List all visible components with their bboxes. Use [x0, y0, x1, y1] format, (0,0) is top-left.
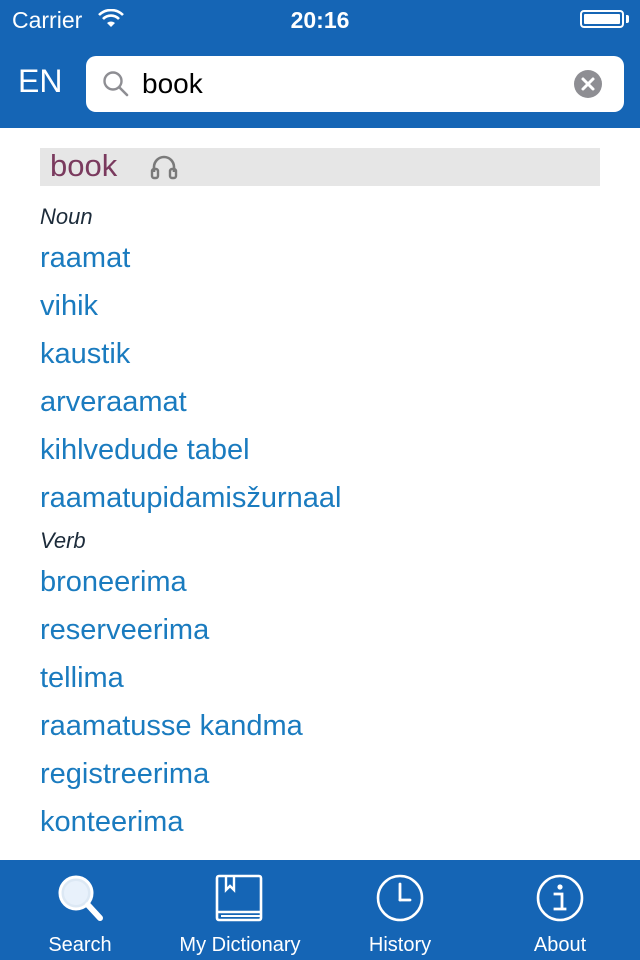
book-icon	[215, 874, 263, 922]
tab-bar: Search My Dictionary History About	[0, 860, 640, 960]
clock-icon	[376, 874, 424, 922]
headphones-icon[interactable]	[150, 154, 178, 180]
search-input[interactable]	[142, 64, 562, 104]
translation-item[interactable]: tellima	[40, 654, 620, 702]
translation-item[interactable]: konteerima	[40, 798, 620, 846]
search-icon	[103, 71, 129, 97]
tab-about[interactable]: About	[480, 860, 640, 960]
translation-item[interactable]: arveraamat	[40, 378, 620, 426]
close-icon	[581, 77, 595, 91]
tab-my-dictionary[interactable]: My Dictionary	[160, 860, 320, 960]
translation-item[interactable]: reserveerima	[40, 606, 620, 654]
tab-search[interactable]: Search	[0, 860, 160, 960]
tab-history[interactable]: History	[320, 860, 480, 960]
translation-item[interactable]: registreerima	[40, 750, 620, 798]
translation-item[interactable]: kaustik	[40, 330, 620, 378]
part-of-speech-noun: Noun	[40, 204, 93, 229]
translation-item[interactable]: raamat	[40, 234, 620, 282]
status-time: 20:16	[290, 7, 350, 33]
entry-content: book Noun raamat vihik kaustik arveraama…	[0, 128, 640, 860]
part-of-speech-verb: Verb	[40, 528, 86, 553]
top-bar: Carrier 20:16 EN	[0, 0, 640, 128]
headword: book	[50, 148, 118, 183]
tab-history-label: History	[368, 934, 432, 956]
tab-search-label: Search	[48, 934, 112, 956]
search-box[interactable]	[86, 56, 624, 112]
translation-list: Noun raamat vihik kaustik arveraamat kih…	[40, 198, 620, 846]
headword-bar: book	[40, 148, 600, 186]
tab-about-label: About	[533, 934, 587, 956]
translation-item[interactable]: vihik	[40, 282, 620, 330]
status-bar: Carrier 20:16	[0, 0, 640, 40]
battery-icon	[580, 10, 624, 28]
translation-item[interactable]: raamatupidamisžurnaal	[40, 474, 620, 522]
info-icon	[536, 874, 584, 922]
translation-item[interactable]: kihlvedude tabel	[40, 426, 620, 474]
translation-item[interactable]: raamatusse kandma	[40, 702, 620, 750]
clear-search-button[interactable]	[574, 70, 602, 98]
battery-tip	[626, 15, 629, 23]
tab-my-dictionary-label: My Dictionary	[179, 934, 301, 956]
translation-item[interactable]: broneerima	[40, 558, 620, 606]
magnifier-icon	[58, 875, 103, 921]
language-switch-button[interactable]: EN	[18, 63, 62, 100]
